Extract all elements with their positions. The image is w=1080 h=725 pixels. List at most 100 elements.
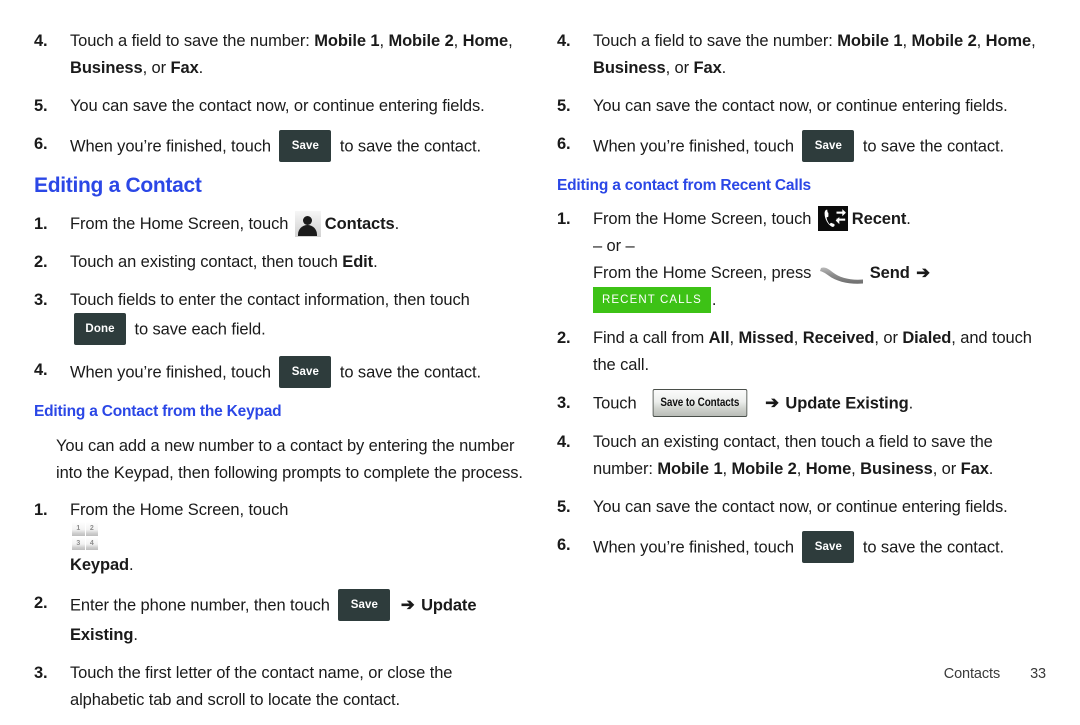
body-text: , or (142, 59, 171, 77)
step-number: 4. (34, 32, 48, 50)
body-text: Find a call from (593, 329, 709, 347)
done-button[interactable]: Done (74, 313, 126, 345)
subheading-editing-from-keypad: Editing a Contact from the Keypad (34, 403, 282, 420)
step-number: 6. (557, 536, 571, 554)
step-text: Touch a field to save the number: Mobile… (70, 28, 523, 82)
right-steps-top: 4. Touch a field to save the number: Mobi… (557, 28, 1046, 163)
save-button[interactable]: Save (279, 356, 332, 388)
emphasis-text: Fax (693, 59, 722, 77)
emphasis-text: Contacts (324, 215, 395, 233)
or-separator: – or – (593, 237, 635, 255)
body-text: You can save the contact now, or continu… (593, 498, 1008, 516)
left-steps-editing-contact: 1. From the Home Screen, touch Contacts. 2… (34, 210, 523, 389)
step-number: 4. (557, 32, 571, 50)
emphasis-text: Received (802, 329, 875, 347)
step-text: Find a call from All, Missed, Received, … (593, 325, 1046, 379)
save-button[interactable]: Save (338, 589, 391, 621)
save-button[interactable]: Save (802, 531, 855, 563)
step-text: You can save the contact now, or continu… (70, 93, 523, 120)
left-column: 4. Touch a field to save the number: Mobi… (34, 28, 523, 725)
body-text: Touch the first letter of the contact na… (70, 664, 453, 709)
keypad-intro-paragraph: You can add a new number to a contact by… (56, 437, 523, 482)
body-text: When you’re finished, touch (70, 363, 276, 382)
emphasis-text: Business (593, 59, 666, 77)
footer-page-number: 33 (1030, 666, 1046, 682)
body-text: From the Home Screen, press (593, 264, 816, 282)
list-item: 3. Touch the first letter of the contact … (34, 660, 523, 714)
step-number: 1. (557, 210, 571, 228)
right-step-one-group: 1. From the Home Screen, touch Recent. –… (557, 206, 1046, 314)
emphasis-text: Missed (738, 329, 794, 347)
list-item: 2. Enter the phone number, then touch Sav… (34, 589, 523, 649)
step-line-touch-recent: From the Home Screen, touch Recent. (593, 206, 1046, 233)
page-title-editing-a-contact: Editing a Contact (34, 174, 202, 197)
list-item: 5. You can save the contact now, or conti… (557, 93, 1046, 120)
step-line-press-send: From the Home Screen, press Send ➔ (593, 260, 1046, 287)
right-column: 4. Touch a field to save the number: Mobi… (557, 28, 1046, 725)
emphasis-text: Mobile 1 (314, 32, 380, 50)
body-text: You can save the contact now, or continu… (593, 97, 1008, 115)
two-column-body: 4. Touch a field to save the number: Mobi… (0, 0, 1080, 725)
list-item: 2. Find a call from All, Missed, Received… (557, 325, 1046, 379)
body-text: , (508, 32, 513, 50)
body-text: to save the contact. (858, 137, 1004, 156)
list-item: 4. When you’re finished, touch Save to sa… (34, 356, 523, 389)
emphasis-text: Mobile 2 (388, 32, 454, 50)
list-item: 4. Touch an existing contact, then touch … (557, 429, 1046, 483)
step-line-recent-calls-tab: RECENT CALLS. (593, 286, 1046, 314)
save-to-contacts-button[interactable]: Save to Contacts (652, 389, 748, 417)
emphasis-text: Keypad (70, 556, 130, 574)
list-item: 5. You can save the contact now, or conti… (557, 494, 1046, 521)
emphasis-text: Home (805, 460, 852, 478)
step-number: 5. (34, 97, 48, 115)
emphasis-text: Fax (170, 59, 199, 77)
step-text: When you’re finished, touch Save to save… (70, 356, 523, 389)
emphasis-text: Recent (851, 210, 907, 228)
step-text: Touch a field to save the number: Mobile… (593, 28, 1046, 82)
step-number: 1. (34, 215, 48, 233)
step-number: 5. (557, 97, 571, 115)
save-button[interactable]: Save (802, 130, 855, 162)
body-text: Enter the phone number, then touch (70, 596, 335, 615)
document-page: 4. Touch a field to save the number: Mobi… (0, 0, 1080, 720)
list-item: 1. From the Home Screen, touch 1 2 3 4 Keypad… (34, 497, 523, 579)
right-steps-rest: 2. Find a call from All, Missed, Received… (557, 325, 1046, 564)
body-text: . (129, 556, 134, 574)
step-text: From the Home Screen, touch Recent. – or… (593, 206, 1046, 314)
page-footer: Contacts 33 (944, 666, 1046, 682)
list-item: 6. When you’re finished, touch Save to sa… (557, 130, 1046, 163)
emphasis-text: Mobile 2 (911, 32, 977, 50)
body-text: . (133, 626, 138, 644)
body-text: , or (874, 329, 903, 347)
footer-section-label: Contacts (943, 666, 1001, 682)
save-button[interactable]: Save (279, 130, 332, 162)
emphasis-text: Business (860, 460, 933, 478)
recent-calls-tab[interactable]: RECENT CALLS (593, 286, 711, 313)
body-text: You can save the contact now, or continu… (70, 97, 485, 115)
emphasis-text: Mobile 2 (731, 460, 797, 478)
body-text: to save the contact. (858, 538, 1004, 557)
step-number: 3. (34, 664, 48, 682)
body-text: , or (932, 460, 961, 478)
body-text: to save each field. (130, 320, 266, 339)
step-text: Touch the first letter of the contact na… (70, 660, 523, 714)
body-text: , (453, 32, 463, 50)
left-steps-keypad: 1. From the Home Screen, touch 1 2 3 4 Keypad… (34, 497, 523, 714)
body-text: . (988, 460, 994, 478)
step-number: 3. (557, 394, 571, 412)
emphasis-text: Mobile 1 (837, 32, 903, 50)
list-item: 1. From the Home Screen, touch Contacts. (34, 210, 523, 238)
step-number: 3. (34, 291, 48, 309)
arrow-right-icon: ➔ (765, 394, 779, 413)
step-number: 2. (34, 594, 48, 612)
step-text: Touch an existing contact, then touch a … (593, 429, 1046, 483)
step-text: When you’re finished, touch Save to save… (593, 130, 1046, 163)
emphasis-text: Edit (342, 253, 374, 271)
body-text: Touch an existing contact, then touch (70, 253, 343, 271)
body-text: From the Home Screen, touch (70, 501, 289, 519)
list-item: 6. When you’re finished, touch Save to sa… (34, 130, 523, 163)
emphasis-text: Send (869, 264, 910, 282)
body-text: to save the contact. (335, 363, 481, 382)
subheading-editing-from-recent-calls: Editing a contact from Recent Calls (557, 177, 811, 194)
body-text: , (1031, 32, 1036, 50)
